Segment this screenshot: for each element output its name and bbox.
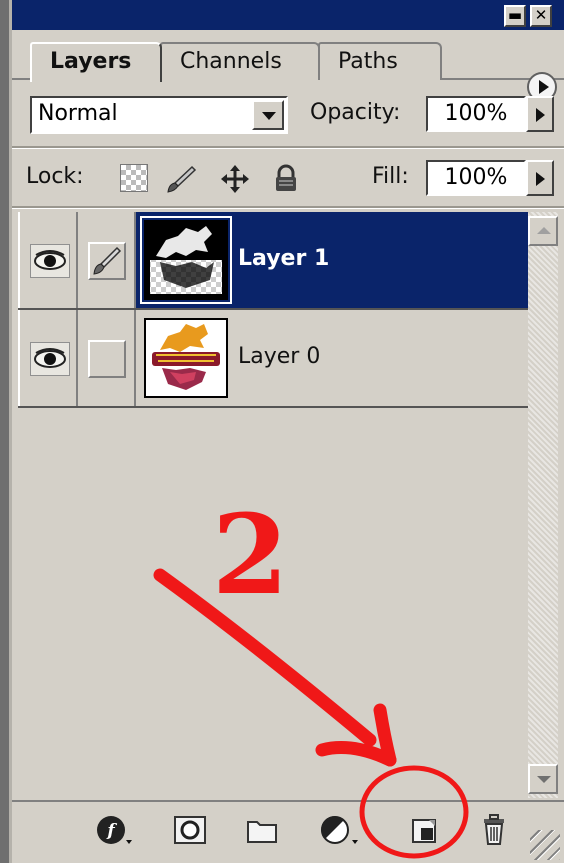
visibility-cell[interactable] (18, 212, 78, 308)
eye-icon[interactable] (30, 244, 70, 278)
layer-row-layer-0[interactable]: Layer 0 (18, 310, 528, 408)
layer-name[interactable]: Layer 1 (238, 242, 329, 276)
delete-layer-icon[interactable] (476, 812, 512, 848)
lock-row: Lock: Fill: 100% (12, 148, 564, 206)
create-new-layer-icon[interactable] (406, 812, 442, 848)
blend-options-row: Normal Opacity: 100% (12, 82, 564, 144)
layer-name[interactable]: Layer 0 (238, 340, 320, 374)
lock-transparent-pixels-icon[interactable] (120, 164, 148, 192)
panel-tabs: Channels Paths Layers (12, 30, 564, 102)
new-group-icon[interactable] (244, 812, 280, 848)
scroll-up-icon[interactable] (528, 216, 558, 246)
divider (12, 206, 564, 209)
eye-icon[interactable] (30, 342, 70, 376)
link-empty-box (88, 340, 126, 378)
layers-list: Layer 1 Layer 0 (18, 212, 528, 798)
close-button[interactable]: ✕ (530, 5, 552, 27)
blend-mode-value: Normal (38, 101, 118, 126)
lock-label: Lock: (26, 164, 84, 189)
fill-slider-arrow-icon[interactable] (526, 160, 554, 196)
layer-thumbnail[interactable] (140, 216, 232, 304)
chevron-down-icon[interactable] (252, 100, 284, 130)
opacity-slider-arrow-icon[interactable] (526, 96, 554, 132)
layers-scrollbar[interactable] (528, 212, 558, 798)
tab-paths[interactable]: Paths (318, 42, 442, 80)
minimize-button[interactable]: ▬ (504, 5, 526, 27)
add-layer-style-icon[interactable]: f (94, 812, 132, 848)
fill-input[interactable]: 100% (426, 160, 526, 196)
tab-layers[interactable]: Layers (30, 42, 162, 82)
new-fill-adjustment-layer-icon[interactable] (318, 812, 358, 848)
tab-channels[interactable]: Channels (160, 42, 320, 80)
link-cell[interactable] (78, 212, 136, 308)
scroll-down-icon[interactable] (528, 764, 558, 794)
opacity-label: Opacity: (310, 100, 401, 125)
layers-bottom-toolbar: f (12, 800, 564, 863)
link-cell[interactable] (78, 310, 136, 406)
visibility-cell[interactable] (18, 310, 78, 406)
fill-label: Fill: (372, 164, 409, 189)
panel-title-bar[interactable]: ▬ ✕ (12, 0, 564, 30)
layer-thumbnail[interactable] (144, 318, 228, 398)
resize-grip[interactable] (530, 830, 560, 860)
opacity-input[interactable]: 100% (426, 96, 526, 132)
brush-icon (88, 242, 126, 280)
lock-image-pixels-icon[interactable] (166, 164, 197, 193)
add-layer-mask-icon[interactable] (172, 812, 208, 848)
lock-all-icon[interactable] (272, 164, 300, 192)
layers-panel: ▬ ✕ Channels Paths Layers Normal Opacity… (12, 0, 564, 863)
lock-position-icon[interactable] (220, 164, 249, 193)
blend-mode-select[interactable]: Normal (30, 96, 288, 134)
layer-row-layer-1[interactable]: Layer 1 (18, 212, 528, 310)
window-edge (0, 0, 12, 863)
